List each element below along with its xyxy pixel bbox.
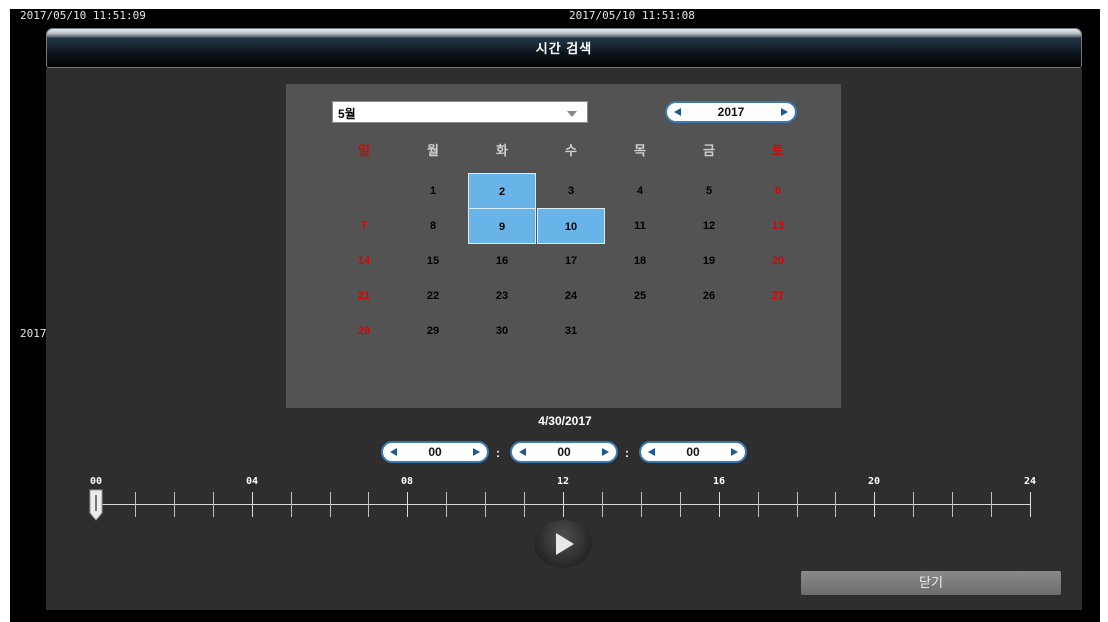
- timestamp-left: 2017/05/10 11:51:09: [20, 9, 146, 22]
- timeline-tick: [641, 492, 642, 517]
- timeline-tick: [135, 492, 136, 517]
- calendar-day[interactable]: 4: [606, 173, 674, 209]
- timeline-tick: [446, 492, 447, 517]
- timeline-hour-label: 12: [556, 476, 570, 487]
- timeline-hour-label: 08: [400, 476, 414, 487]
- calendar-day[interactable]: 31: [537, 313, 605, 349]
- timeline-tick: [874, 492, 875, 517]
- calendar-day[interactable]: 19: [675, 243, 743, 279]
- calendar-day[interactable]: 6: [744, 173, 812, 209]
- timeline-tick: [835, 492, 836, 517]
- calendar-day[interactable]: 26: [675, 278, 743, 314]
- calendar-day[interactable]: 20: [744, 243, 812, 279]
- minute-spinner-value: 00: [557, 445, 571, 459]
- timeline-tick: [330, 492, 331, 517]
- window-title: 시간 검색: [535, 41, 593, 56]
- timeline-tick: [485, 492, 486, 517]
- timeline-hour-label: 24: [1023, 476, 1037, 487]
- year-spinner[interactable]: 2017: [665, 101, 797, 123]
- month-select[interactable]: 5월: [332, 101, 588, 123]
- timeline-tick: [1030, 492, 1031, 517]
- arrow-right-icon[interactable]: [731, 448, 738, 456]
- calendar-day[interactable]: 10: [537, 208, 605, 244]
- timeline-tick: [602, 492, 603, 517]
- time-separator: :: [496, 446, 500, 460]
- arrow-right-icon[interactable]: [781, 108, 788, 116]
- timeline-hour-label: 16: [712, 476, 726, 487]
- calendar-day[interactable]: 28: [330, 313, 398, 349]
- play-button[interactable]: [534, 520, 592, 568]
- calendar-day[interactable]: 25: [606, 278, 674, 314]
- calendar-day[interactable]: 8: [399, 208, 467, 244]
- calendar-day[interactable]: 21: [330, 278, 398, 314]
- calendar-day[interactable]: 15: [399, 243, 467, 279]
- weekday-label: 화: [496, 143, 508, 158]
- timeline-tick: [797, 492, 798, 517]
- weekday-label: 일: [358, 143, 370, 158]
- timeline-tick: [252, 492, 253, 517]
- timeline-tick: [952, 492, 953, 517]
- chevron-down-icon[interactable]: [567, 111, 577, 117]
- timeline-tick: [174, 492, 175, 517]
- weekday-label: 토: [772, 143, 784, 158]
- calendar-day[interactable]: 18: [606, 243, 674, 279]
- calendar-day[interactable]: 13: [744, 208, 812, 244]
- calendar-day[interactable]: 30: [468, 313, 536, 349]
- calendar-day[interactable]: 29: [399, 313, 467, 349]
- calendar-day[interactable]: 5: [675, 173, 743, 209]
- second-spinner[interactable]: 00: [639, 441, 747, 463]
- calendar-day[interactable]: 24: [537, 278, 605, 314]
- selected-date: 4/30/2017: [538, 414, 592, 428]
- window-titlebar: 시간 검색: [46, 28, 1082, 68]
- timeline-tick: [213, 492, 214, 517]
- play-icon: [556, 533, 574, 555]
- calendar-day[interactable]: 11: [606, 208, 674, 244]
- weekday-label: 월: [427, 143, 439, 158]
- time-separator: :: [625, 446, 629, 460]
- calendar-day[interactable]: 1: [399, 173, 467, 209]
- timeline-tick: [407, 492, 408, 517]
- calendar-day[interactable]: 14: [330, 243, 398, 279]
- calendar-day[interactable]: 17: [537, 243, 605, 279]
- year-spinner-value: 2017: [717, 105, 745, 119]
- weekday-label: 금: [703, 143, 715, 158]
- timeline-tick: [524, 492, 525, 517]
- timeline-tick: [368, 492, 369, 517]
- timestamp-center: 2017/05/10 11:51:08: [569, 9, 695, 22]
- timeline-tick: [291, 492, 292, 517]
- calendar-day[interactable]: 7: [330, 208, 398, 244]
- arrow-right-icon[interactable]: [473, 448, 480, 456]
- calendar-day[interactable]: 12: [675, 208, 743, 244]
- hour-spinner-value: 00: [428, 445, 442, 459]
- calendar-day[interactable]: 9: [468, 208, 536, 244]
- timeline-tick: [991, 492, 992, 517]
- arrow-right-icon[interactable]: [602, 448, 609, 456]
- weekday-label: 목: [634, 143, 646, 158]
- timeline-tick: [758, 492, 759, 517]
- month-select-value: 5월: [338, 107, 356, 121]
- side-year-label: 2017: [20, 327, 47, 340]
- calendar-day[interactable]: 3: [537, 173, 605, 209]
- calendar-day[interactable]: 2: [468, 173, 536, 209]
- calendar-day[interactable]: 27: [744, 278, 812, 314]
- minute-spinner[interactable]: 00: [510, 441, 618, 463]
- calendar-day[interactable]: 22: [399, 278, 467, 314]
- calendar-day[interactable]: 16: [468, 243, 536, 279]
- timeline-tick: [913, 492, 914, 517]
- second-spinner-value: 00: [686, 445, 700, 459]
- hour-spinner[interactable]: 00: [381, 441, 489, 463]
- timeline-tick: [680, 492, 681, 517]
- timeline-tick: [719, 492, 720, 517]
- timeline-slider-handle[interactable]: [89, 489, 103, 521]
- calendar-day[interactable]: 23: [468, 278, 536, 314]
- weekday-label: 수: [565, 143, 577, 158]
- timeline-hour-label: 04: [245, 476, 259, 487]
- timeline-hour-label: 00: [89, 476, 103, 487]
- timeline-hour-label: 20: [867, 476, 881, 487]
- close-button[interactable]: 닫기: [801, 571, 1061, 595]
- timeline-tick: [563, 492, 564, 517]
